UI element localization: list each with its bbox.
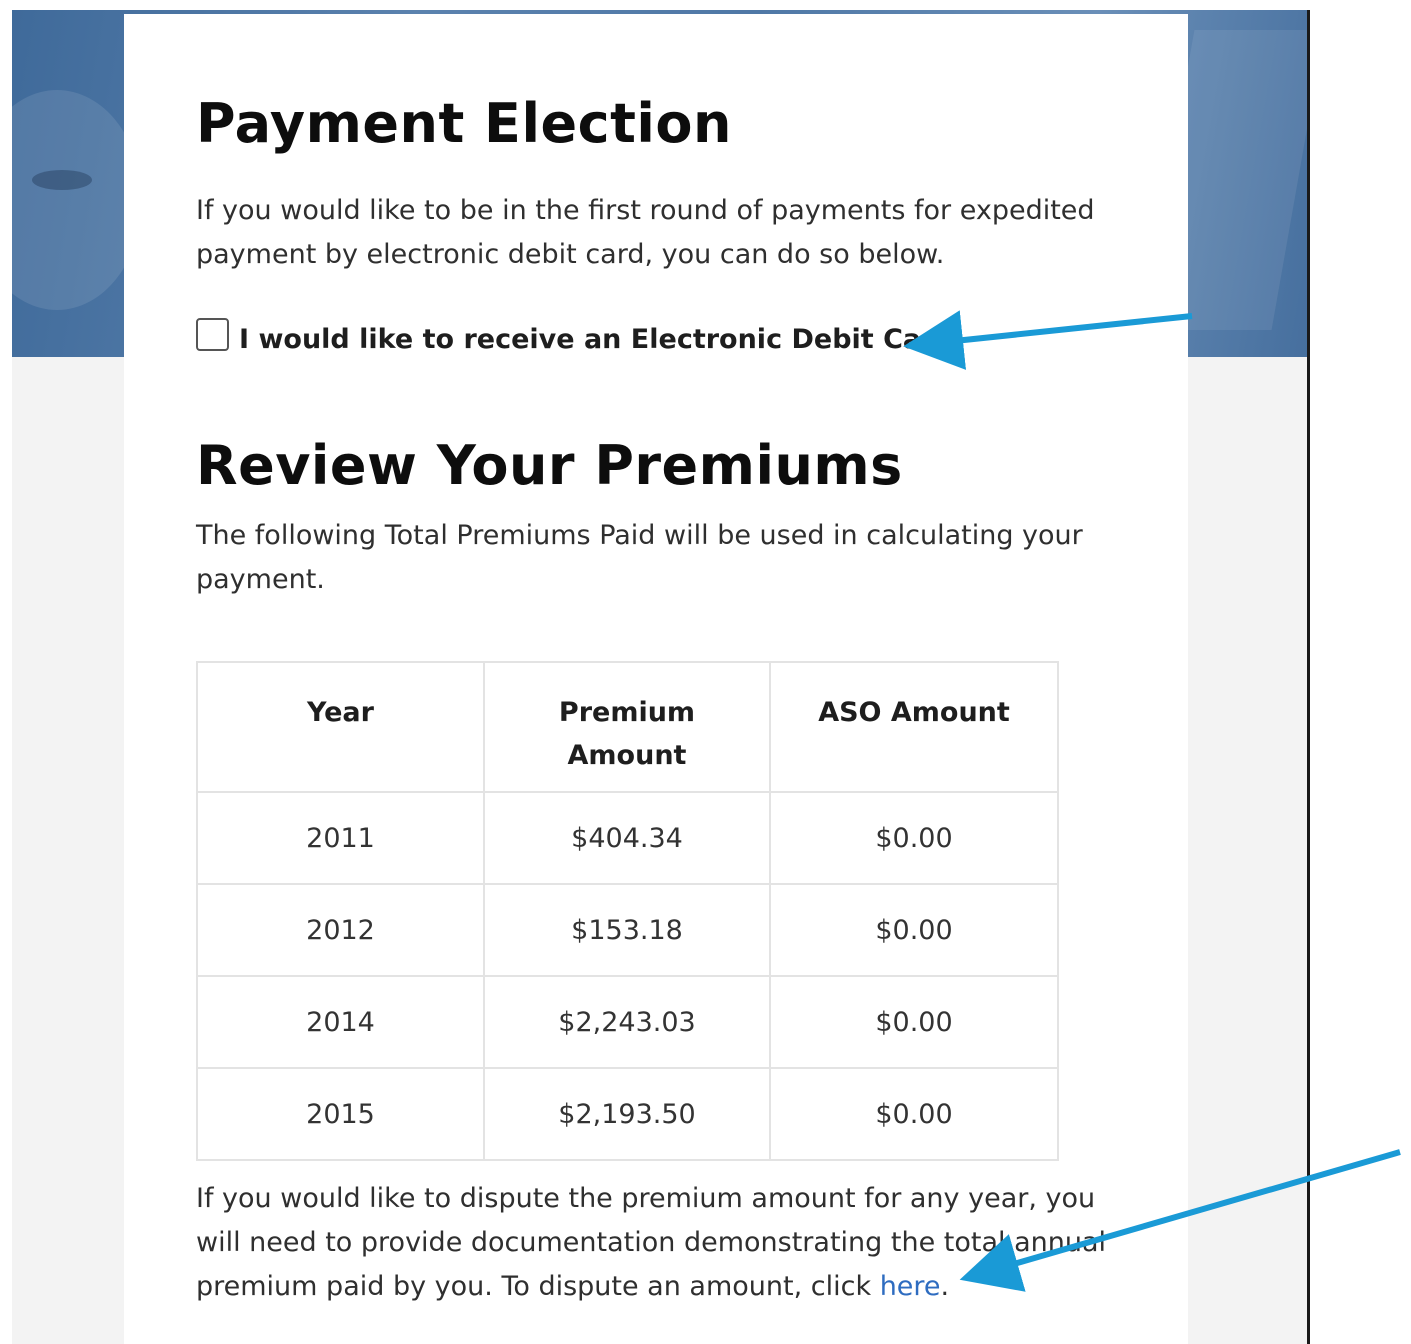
annotation-arrow-link [959, 1149, 1401, 1292]
annotation-arrows [903, 310, 1401, 1292]
annotation-arrow-checkbox [903, 310, 1193, 370]
